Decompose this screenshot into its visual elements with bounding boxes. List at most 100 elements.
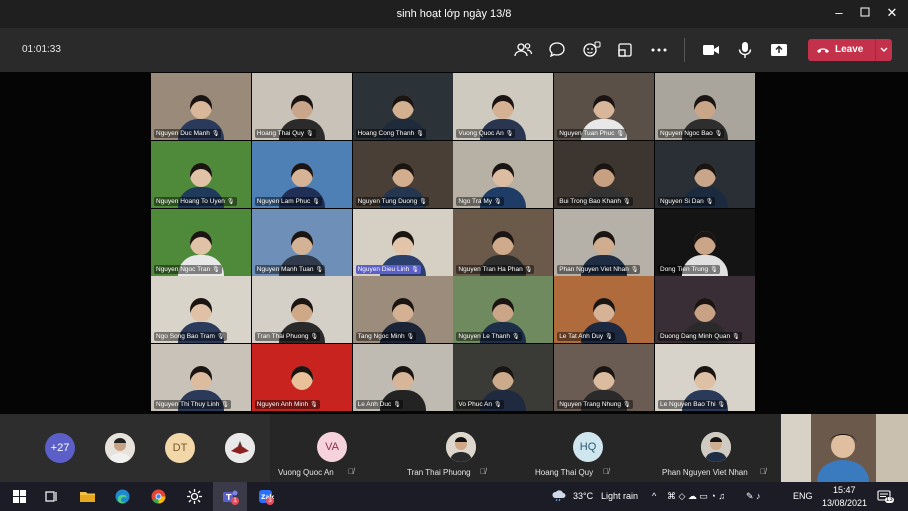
video-tile[interactable]: Phan Nguyen Viet Nhan 🎙: [554, 208, 655, 276]
participant-name-label: Nguyen Trang Nhung 🎙: [557, 400, 633, 410]
camera-icon[interactable]: [701, 40, 721, 60]
video-tile[interactable]: Duong Dang Minh Quan 🎙: [655, 276, 755, 344]
avatar-initials[interactable]: VA: [317, 432, 347, 462]
chevron-down-icon[interactable]: [879, 42, 889, 58]
user-photo-icon: [105, 433, 135, 463]
tray-status-icons[interactable]: ✎ ♪: [746, 491, 761, 502]
video-tile[interactable]: Hoang Cong Thanh 🎙: [352, 73, 453, 140]
weather-desc[interactable]: Light rain: [601, 491, 638, 501]
share-tray-icon[interactable]: [615, 40, 635, 60]
task-view-icon[interactable]: [43, 488, 60, 505]
mic-muted-icon: 🎙̸: [348, 467, 354, 476]
video-tile[interactable]: Nguyen Hoang To Uyen 🎙: [151, 140, 251, 208]
share-icon[interactable]: [769, 40, 789, 60]
participant-head: [391, 298, 414, 323]
settings-icon[interactable]: [186, 488, 203, 505]
participant-name: Nguyen Tran Ha Phan: [458, 265, 523, 273]
avatar[interactable]: [225, 433, 255, 463]
leave-button[interactable]: Leave: [808, 39, 892, 61]
participant-name: Phan Nguyen Viet Nhan: [662, 468, 748, 477]
windows-start-icon[interactable]: [11, 488, 28, 505]
video-tile[interactable]: Dong Tien Trung 🎙: [655, 208, 755, 276]
video-tile[interactable]: Nguyen Anh Minh 🎙: [251, 344, 352, 412]
video-tile[interactable]: Le Nguyen Bao Thi 🎙: [655, 344, 755, 412]
overflow-participants-button[interactable]: +27: [45, 433, 75, 463]
weather-rain-icon[interactable]: [551, 490, 567, 502]
people-icon[interactable]: [513, 40, 533, 60]
tray-chevron-up-icon[interactable]: ^: [652, 491, 656, 501]
language-indicator[interactable]: ENG: [793, 491, 813, 501]
file-explorer-icon[interactable]: [79, 488, 96, 505]
video-tile[interactable]: Nguyen Ngoc Bao 🎙: [655, 73, 755, 140]
video-tile[interactable]: Tran Thai Phuong 🎙: [251, 276, 352, 344]
participant-name: Tran Thai Phuong: [407, 468, 471, 477]
mic-muted-icon: 🎙: [505, 131, 514, 137]
video-tile[interactable]: Nguyen Tung Duong 🎙: [352, 140, 453, 208]
video-tile[interactable]: Nguyen Manh Tuan 🎙: [251, 208, 352, 276]
edge-icon[interactable]: [114, 488, 131, 505]
avatar[interactable]: [701, 432, 731, 462]
participant-name: Le Nguyen Bao Thi: [660, 401, 716, 409]
weather-temp[interactable]: 33°C: [573, 491, 593, 501]
video-tile[interactable]: Vo Phuc An 🎙: [453, 344, 554, 412]
participant-head: [190, 366, 212, 391]
participant-name-label: Nguyen Ngoc Bao 🎙: [658, 129, 725, 138]
chat-icon[interactable]: [547, 40, 567, 60]
video-tile[interactable]: Ngo Tra My 🎙: [453, 140, 554, 208]
video-tile[interactable]: Bui Trong Bao Khanh 🎙: [554, 140, 655, 208]
more-icon[interactable]: [649, 40, 669, 60]
mic-icon[interactable]: [735, 40, 755, 60]
video-tile[interactable]: Hoang Thai Quy 🎙: [251, 73, 352, 140]
maximize-button[interactable]: [858, 6, 872, 20]
participant-name-label: Nguyen Dieu Linh 🎙: [355, 264, 421, 274]
participant-head: [694, 230, 716, 255]
participant-name-label: Nguyen Thi Thuy Linh 🎙: [154, 400, 231, 410]
mic-muted-icon: 🎙: [310, 334, 319, 341]
chrome-icon[interactable]: [150, 488, 167, 505]
mic-muted-icon: 🎙: [705, 198, 714, 205]
avatar-initials[interactable]: HQ: [573, 432, 603, 462]
participant-name: Le Anh Duc: [357, 401, 392, 409]
video-tile[interactable]: Tang Ngoc Minh 🎙: [352, 276, 453, 344]
video-tile[interactable]: Nguyen Lam Phuc 🎙: [251, 140, 352, 208]
video-tile[interactable]: Nguyen Si Dan 🎙: [655, 140, 755, 208]
participant-head: [694, 162, 716, 187]
tray-app-icons[interactable]: ⌘ ◇ ☁ ▭ ◔ ♫: [667, 491, 725, 502]
video-tile[interactable]: Nguyen Le Thanh 🎙: [453, 276, 554, 344]
close-button[interactable]: ✕: [885, 6, 899, 20]
video-tile[interactable]: Ngo Song Bao Tram 🎙: [151, 276, 251, 344]
video-tile[interactable]: Le Anh Duc 🎙: [352, 344, 453, 412]
participant-head: [290, 366, 313, 391]
zalo-badge: 3: [266, 497, 274, 505]
participant-head: [694, 366, 716, 391]
participant-name-label: Hoang Cong Thanh 🎙: [355, 129, 426, 138]
mic-muted-icon: 🎙: [511, 334, 520, 341]
clock-date[interactable]: 13/08/2021: [822, 498, 867, 508]
reactions-icon[interactable]: [581, 40, 601, 60]
toolbar-separator: [684, 38, 685, 62]
video-tile[interactable]: Nguyen Thi Thuy Linh 🎙: [151, 344, 251, 412]
minimize-button[interactable]: –: [832, 6, 846, 20]
participant-name: Vo Phuc An: [458, 401, 493, 409]
video-tile[interactable]: Le Tat Anh Duy 🎙: [554, 276, 655, 344]
meeting-timer: 01:01:33: [22, 44, 61, 55]
avatar[interactable]: [105, 433, 135, 463]
meeting-toolbar: 01:01:33 Leave: [0, 28, 908, 72]
participant-name-label: Ngo Song Bao Tram 🎙: [154, 332, 227, 342]
self-view-video[interactable]: [781, 414, 908, 482]
video-tile[interactable]: Nguyen Ngoc Tran 🎙: [151, 208, 251, 276]
maximize-icon: [860, 7, 870, 17]
video-tile[interactable]: Vuong Quoc An 🎙: [453, 73, 554, 140]
video-tile[interactable]: Nguyen Trang Nhung 🎙: [554, 344, 655, 412]
video-tile[interactable]: Nguyen Duc Manh 🎙: [151, 73, 251, 140]
video-tile[interactable]: Nguyen Tuan Phuc 🎙: [554, 73, 655, 140]
video-tile[interactable]: Nguyen Dieu Linh 🎙: [352, 208, 453, 276]
clock-time[interactable]: 15:47: [833, 485, 856, 495]
participant-head: [391, 230, 414, 255]
avatar-initials[interactable]: DT: [165, 433, 195, 463]
participant-name-label: Hoang Thai Quy 🎙: [254, 129, 316, 138]
avatar[interactable]: [446, 432, 476, 462]
participant-head: [694, 95, 716, 119]
participant-name-label: Nguyen Anh Minh 🎙: [254, 400, 320, 410]
video-tile[interactable]: Nguyen Tran Ha Phan 🎙: [453, 208, 554, 276]
